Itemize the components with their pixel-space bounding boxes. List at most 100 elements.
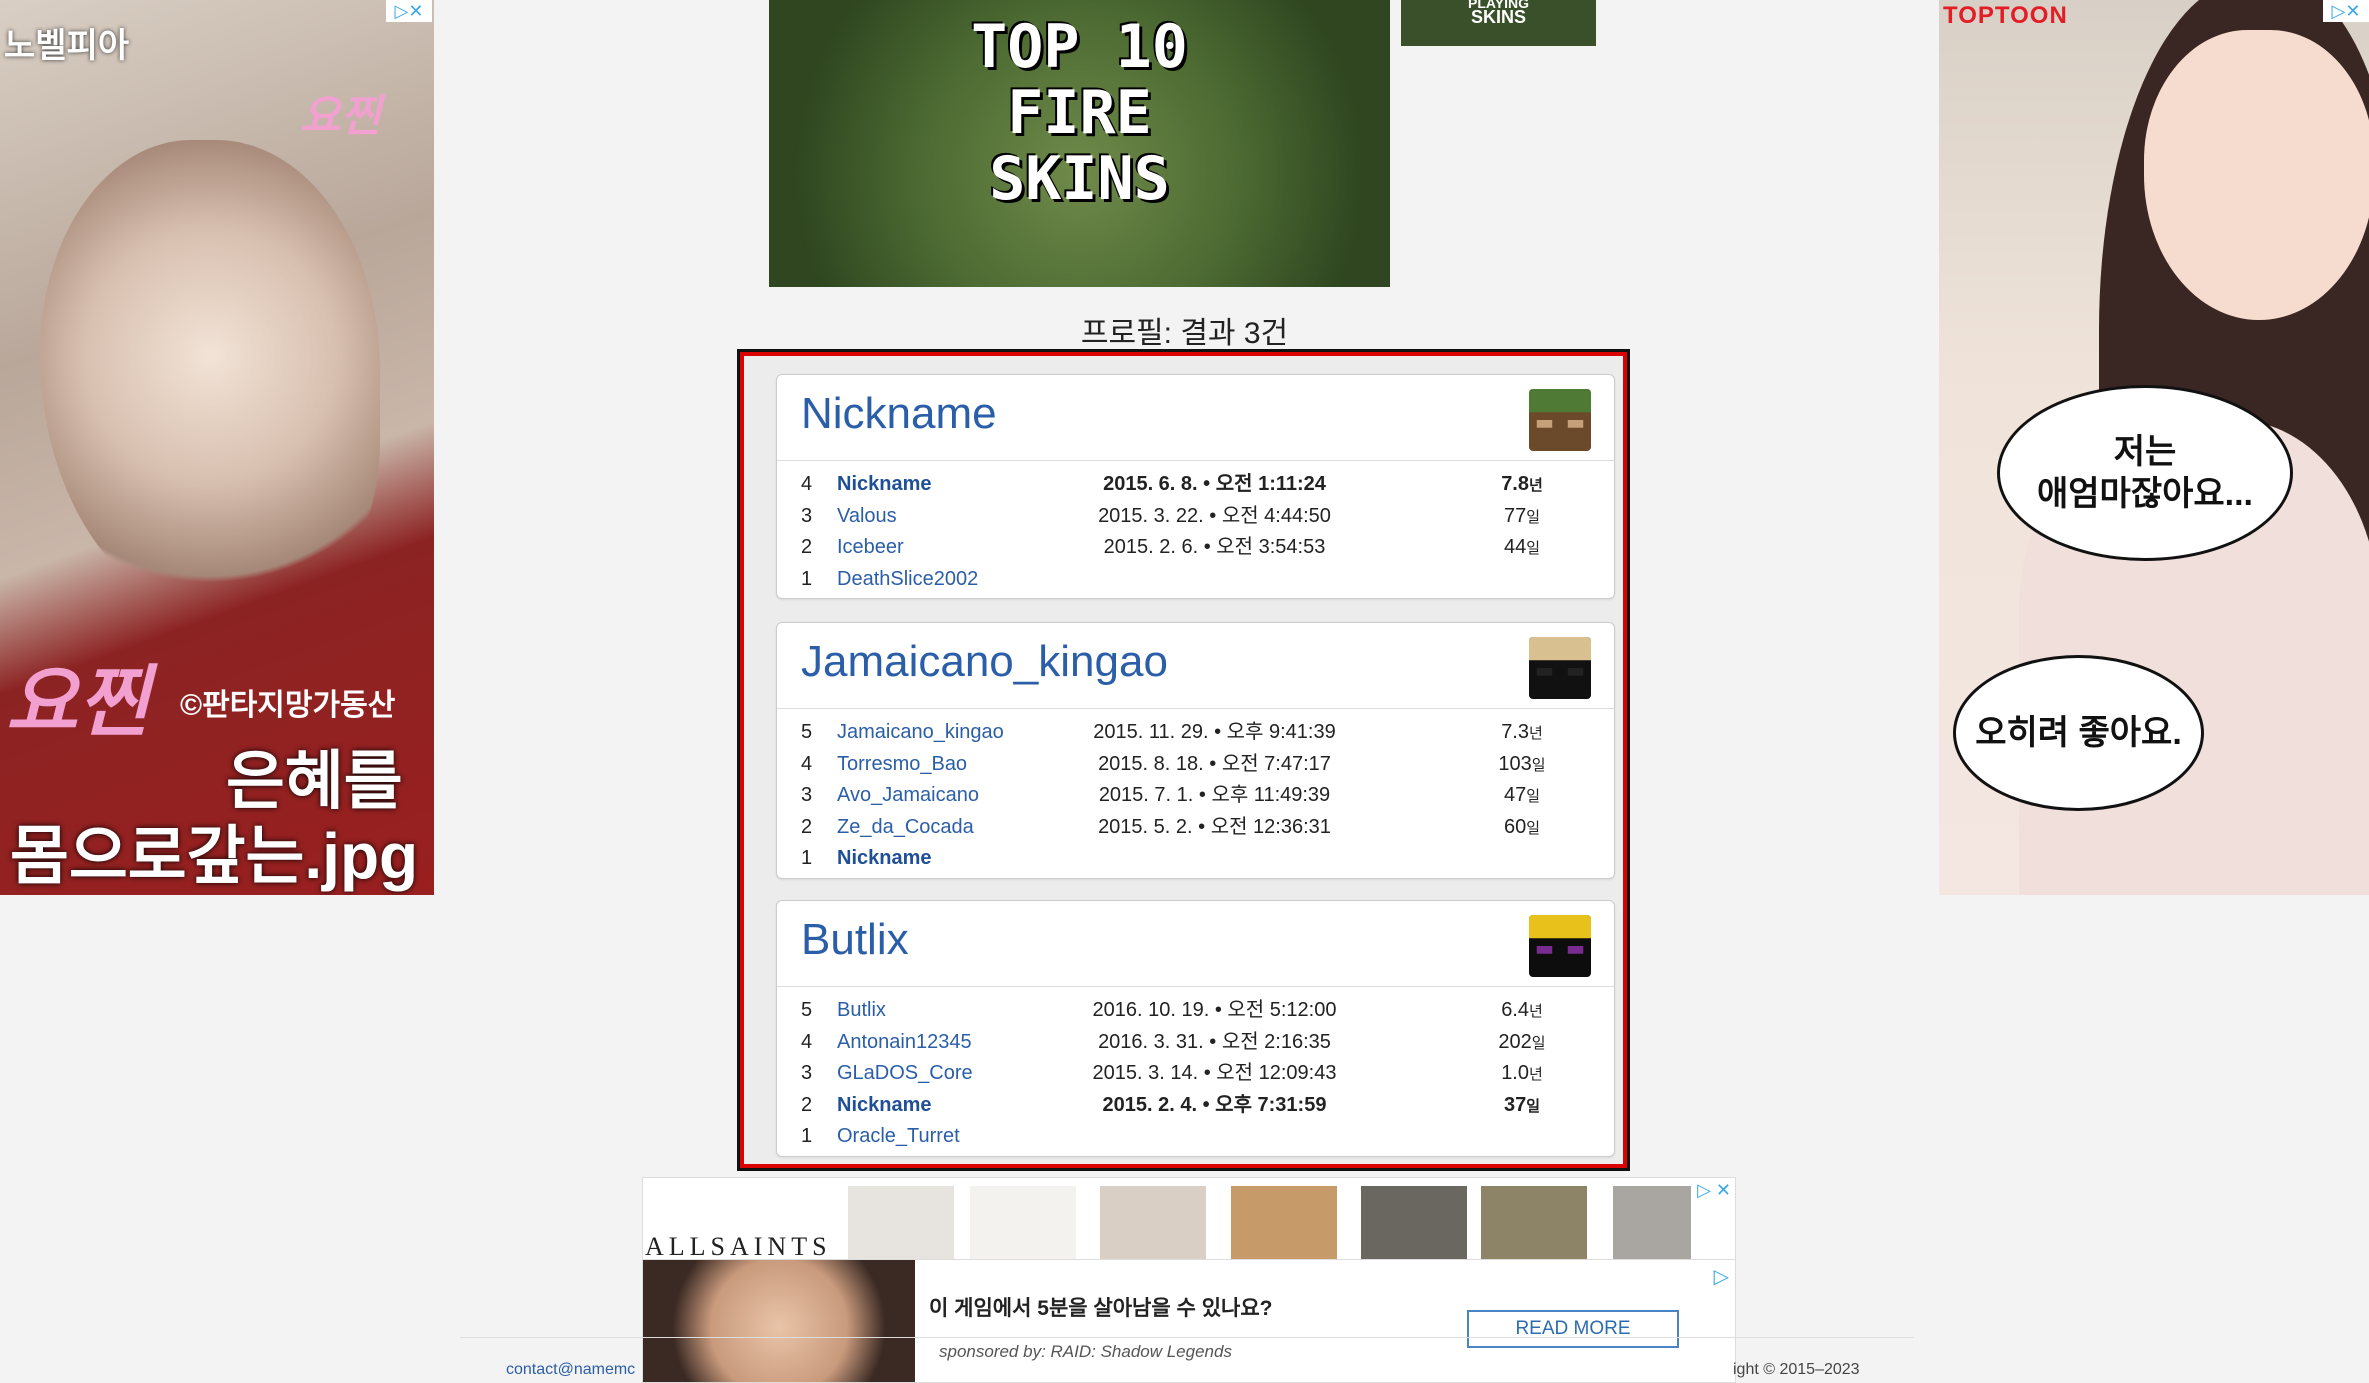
- duration-unit: 일: [1526, 540, 1541, 557]
- history-name-link[interactable]: Nickname: [837, 1090, 932, 1122]
- history-duration: 103일: [1467, 749, 1577, 782]
- name-history-row: 1 Oracle_Turret: [777, 1121, 1614, 1153]
- profile-card-header: Butlix: [777, 901, 1614, 987]
- history-date: 2015. 5. 2. • 오전 12:36:31: [1098, 815, 1331, 838]
- duration-value: 37: [1503, 1093, 1527, 1116]
- product-image[interactable]: [970, 1186, 1076, 1260]
- right-ad[interactable]: TOPTOON 저는 애엄마잖아요... 오히려 좋아요. ▷✕: [1939, 0, 2369, 895]
- duration-unit: 일: [1531, 1034, 1546, 1052]
- adchoices-icon[interactable]: ▷: [1714, 1264, 1729, 1289]
- adchoices-icon[interactable]: ▷✕: [386, 0, 432, 22]
- ad-copyright: ©판타지망가동산: [180, 689, 396, 722]
- left-ad[interactable]: 노벨피아 요찐 요찐 ©판타지망가동산 은혜를 몸으로갚는.jpg ▷✕: [0, 0, 434, 895]
- history-date: 2015. 2. 6. • 오전 3:54:53: [1103, 536, 1326, 558]
- history-index: 3: [801, 504, 813, 527]
- shop-banner-ad[interactable]: ALLSAINTS ▷ ✕: [642, 1177, 1736, 1261]
- profile-name-link[interactable]: Jamaicano_kingao: [801, 637, 1168, 687]
- product-image[interactable]: [1481, 1186, 1587, 1260]
- profile-name-link[interactable]: Butlix: [801, 915, 909, 965]
- shop-brand-logo: ALLSAINTS: [645, 1232, 832, 1261]
- history-name-link[interactable]: GLaDOS_Core: [837, 1058, 973, 1090]
- history-name-link[interactable]: Ze_da_Cocada: [837, 812, 974, 844]
- adchoices-icon[interactable]: ▷ ✕: [1697, 1180, 1731, 1201]
- profile-card-header: Jamaicano_kingao: [777, 623, 1614, 709]
- ad-illustration: [40, 140, 380, 620]
- name-history-list: 4 Nickname 2015. 6. 8. • 오전 1:11:24 7.8년 3 Va…: [777, 461, 1614, 599]
- name-history-row: 4 Nickname 2015. 6. 8. • 오전 1:11:24 7.8년: [777, 469, 1614, 501]
- banner-thumbnail[interactable]: PLAYING SKINS: [1401, 0, 1596, 46]
- profile-card: Nickname 4 Nickname 2015. 6. 8. • 오전 1:11:2…: [776, 374, 1615, 599]
- history-index: 4: [801, 1030, 813, 1053]
- banner-line-2: FIRE: [1007, 78, 1152, 148]
- name-history-row: 5 Jamaicano_kingao 2015. 11. 29. • 오후 9:41…: [777, 717, 1614, 749]
- history-index: 5: [801, 721, 813, 743]
- history-name-link[interactable]: Torresmo_Bao: [837, 749, 967, 781]
- product-image[interactable]: [1231, 1186, 1337, 1260]
- history-name-link[interactable]: Avo_Jamaicano: [837, 780, 979, 812]
- name-history-row: 1 DeathSlice2002: [777, 564, 1614, 596]
- history-date: 2015. 6. 8. • 오전 1:11:24: [1103, 473, 1326, 495]
- duration-unit: 년: [1529, 725, 1543, 742]
- name-history-list: 5 Butlix 2016. 10. 19. • 오전 5:12:00 6.4년 4 An…: [777, 987, 1614, 1157]
- read-more-button[interactable]: READ MORE: [1467, 1310, 1679, 1348]
- history-date: 2015. 3. 14. • 오전 12:09:43: [1092, 1062, 1337, 1084]
- footer-divider: [460, 1337, 1914, 1338]
- history-index: 4: [801, 473, 813, 495]
- history-index: 3: [801, 784, 813, 806]
- profile-name-link[interactable]: Nickname: [801, 389, 997, 439]
- history-index: 1: [801, 567, 813, 590]
- name-history-row: 2 Icebeer 2015. 2. 6. • 오전 3:54:53 44일: [777, 532, 1614, 564]
- name-history-row: 3 Valous 2015. 3. 22. • 오전 4:44:50 77일: [777, 501, 1614, 533]
- history-index: 1: [801, 847, 813, 869]
- skin-head-icon[interactable]: [1529, 389, 1591, 451]
- footer-contact-link[interactable]: contact@namemc: [506, 1361, 635, 1379]
- history-index: 3: [801, 1062, 813, 1084]
- footer-copyright: ight © 2015–2023: [1733, 1361, 1860, 1378]
- promo-ad[interactable]: 이 게임에서 5분을 살아남을 수 있나요? sponsored by: RAI…: [642, 1259, 1736, 1383]
- history-date: 2016. 3. 31. • 오전 2:16:35: [1098, 1030, 1331, 1053]
- history-duration: 37일: [1467, 1090, 1577, 1123]
- history-name-link[interactable]: Valous: [837, 501, 897, 533]
- history-date: 2015. 8. 18. • 오전 7:47:17: [1098, 752, 1331, 775]
- history-duration: 77일: [1467, 501, 1577, 534]
- product-image[interactable]: [1613, 1186, 1691, 1260]
- history-name-link[interactable]: Oracle_Turret: [837, 1121, 960, 1153]
- history-name-link[interactable]: DeathSlice2002: [837, 564, 978, 596]
- skin-head-icon[interactable]: [1529, 915, 1591, 977]
- history-name-link[interactable]: Nickname: [837, 843, 932, 875]
- history-date: 2015. 7. 1. • 오후 11:49:39: [1098, 784, 1331, 806]
- product-image[interactable]: [1361, 1186, 1467, 1260]
- promo-image: [643, 1260, 915, 1382]
- adchoices-icon[interactable]: ▷✕: [2323, 0, 2369, 22]
- toptoon-logo: TOPTOON: [1943, 2, 2068, 29]
- history-name-link[interactable]: Butlix: [837, 995, 886, 1027]
- history-duration: 202일: [1467, 1027, 1577, 1060]
- profile-card-header: Nickname: [777, 375, 1614, 461]
- search-results-panel: Nickname 4 Nickname 2015. 6. 8. • 오전 1:11:2…: [737, 349, 1630, 1171]
- skin-head-icon[interactable]: [1529, 637, 1591, 699]
- history-index: 2: [801, 815, 813, 838]
- duration-unit: 일: [1526, 788, 1541, 805]
- name-history-row: 4 Antonain12345 2016. 3. 31. • 오전 2:16:35 2…: [777, 1027, 1614, 1059]
- product-image[interactable]: [848, 1186, 954, 1260]
- ad-headline-2: 몸으로갚는.jpg: [10, 820, 419, 892]
- product-image[interactable]: [1100, 1186, 1206, 1260]
- duration-unit: 일: [1526, 1097, 1541, 1115]
- history-name-link[interactable]: Antonain12345: [837, 1027, 972, 1059]
- duration-value: 202: [1498, 1030, 1532, 1053]
- profile-card: Jamaicano_kingao 5 Jamaicano_kingao 2015. 1…: [776, 622, 1615, 879]
- history-date: 2015. 11. 29. • 오후 9:41:39: [1093, 721, 1336, 743]
- duration-unit: 년: [1529, 1066, 1543, 1083]
- promo-question: 이 게임에서 5분을 살아남을 수 있나요?: [929, 1297, 1273, 1320]
- top-banner-ad[interactable]: TOP 10 FIRE SKINS: [769, 0, 1390, 287]
- history-index: 1: [801, 1125, 813, 1147]
- duration-value: 103: [1498, 752, 1532, 775]
- name-history-row: 4 Torresmo_Bao 2015. 8. 18. • 오전 7:47:17 10…: [777, 749, 1614, 781]
- history-duration: 60일: [1467, 812, 1577, 845]
- duration-value: 77: [1503, 504, 1527, 527]
- duration-unit: 년: [1529, 477, 1543, 494]
- duration-unit: 일: [1526, 819, 1541, 837]
- history-name-link[interactable]: Nickname: [837, 469, 932, 501]
- ad-illustration-face: [2144, 30, 2369, 320]
- history-name-link[interactable]: Icebeer: [837, 532, 904, 564]
